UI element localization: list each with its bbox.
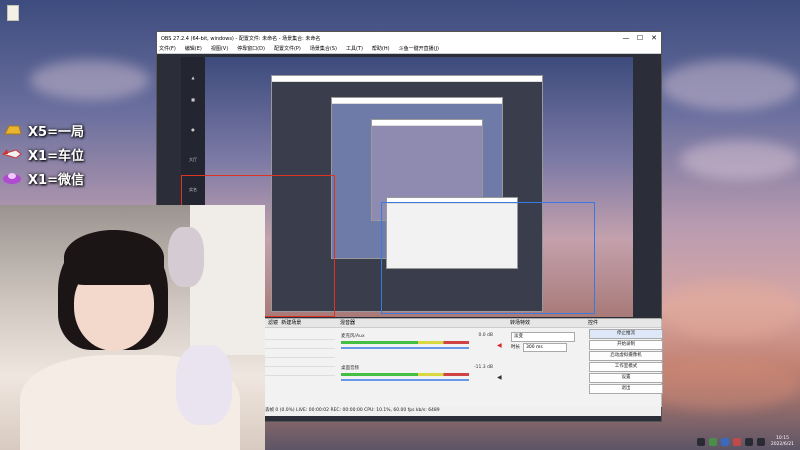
duration-input[interactable]: 300 ms	[523, 343, 567, 352]
source-item[interactable]	[265, 340, 335, 349]
menu-profile[interactable]: 配置文件(P)	[274, 45, 301, 52]
menu-bar: 文件(F) 编辑(E) 视图(V) 停靠窗口(D) 配置文件(P) 场景集合(S…	[157, 44, 661, 54]
microphone	[176, 345, 232, 425]
duration-label: 时长	[511, 345, 520, 350]
volume-slider[interactable]	[341, 379, 469, 381]
menu-tools[interactable]: 工具(T)	[346, 45, 363, 52]
network-icon[interactable]	[756, 438, 765, 446]
mixer-channel-db: -11.3 dB	[473, 365, 493, 370]
stop-streaming-button[interactable]: 停止推流	[589, 329, 663, 339]
background-door	[190, 205, 265, 355]
rocket-icon	[2, 149, 22, 159]
volume-icon[interactable]	[744, 438, 753, 446]
sidebar-item: ▲	[191, 75, 195, 80]
virtual-camera-button[interactable]: 启动虚拟摄像机	[589, 351, 663, 361]
mixer-dock: 混音器 麦克风/Aux 0.0 dB ◀ 桌面音频 -11.3 dB ◀	[337, 319, 508, 407]
window-title: OBS 27.2.4 (64-bit, windows) - 配置文件: 未命名…	[161, 35, 321, 42]
transitions-dock: 转场特效 淡变 时长 300 ms	[507, 319, 586, 407]
overlay-row: X1=微信	[2, 166, 112, 190]
mixer-channel-label: 桌面音频	[341, 366, 359, 371]
controls-dock: 控件 停止推流 开始录制 启动虚拟摄像机 工作室模式 设置 退出	[585, 319, 663, 407]
transition-select[interactable]: 淡变	[511, 332, 575, 342]
mixer-channel-db: 0.0 dB	[478, 333, 493, 338]
source-item[interactable]	[265, 358, 335, 367]
webcam-overlay	[0, 205, 265, 450]
minimize-button[interactable]: —	[619, 34, 633, 42]
source-item[interactable]	[265, 367, 335, 376]
sources-tabs: 滤镜 新建场景	[265, 319, 337, 328]
sidebar-item: ●	[191, 127, 195, 132]
title-bar[interactable]: OBS 27.2.4 (64-bit, windows) - 配置文件: 未命名…	[157, 32, 661, 44]
system-tray: 10:15 2022/6/21	[575, 434, 800, 450]
volume-slider[interactable]	[341, 347, 469, 349]
taskbar-clock[interactable]: 10:15 2022/6/21	[771, 436, 794, 448]
menu-view[interactable]: 视图(V)	[211, 45, 228, 52]
menu-douyu-live[interactable]: 斗鱼一键开直播(J)	[399, 45, 439, 52]
audio-meter	[341, 341, 469, 344]
gold-bar-icon	[4, 125, 22, 135]
speaker-icon[interactable]: ◀	[497, 375, 503, 381]
menu-docks[interactable]: 停靠窗口(D)	[237, 45, 265, 52]
tab-new-scene[interactable]: 新建场景	[281, 320, 301, 326]
maximize-button[interactable]: ☐	[633, 34, 647, 42]
overlay-row: X1=车位	[2, 142, 112, 166]
menu-scene-collection[interactable]: 场景集合(S)	[310, 45, 337, 52]
studio-mode-button[interactable]: 工作室模式	[589, 362, 663, 372]
cloud	[30, 60, 150, 100]
tab-filters[interactable]: 滤镜	[268, 320, 278, 326]
plush-toy	[168, 227, 204, 287]
muted-speaker-icon[interactable]: ◀	[497, 343, 503, 349]
source-item[interactable]	[265, 331, 335, 340]
tray-icon[interactable]	[732, 438, 741, 446]
sources-list	[265, 331, 335, 376]
overlay-text: X1=车位	[28, 148, 84, 164]
settings-button[interactable]: 设置	[589, 373, 663, 383]
overlay-row: X5=一局	[2, 118, 112, 142]
start-recording-button[interactable]: 开始录制	[589, 340, 663, 350]
sidebar-item: ■	[191, 97, 195, 102]
clock-date: 2022/6/21	[770, 442, 794, 447]
source-outline	[381, 202, 595, 314]
bottom-docks: 滤镜 新建场景 混音器 麦克风/Aux 0.0 dB ◀ 桌面音频 -11.3 …	[265, 318, 663, 407]
cloud	[660, 280, 800, 340]
transitions-title: 转场特效	[507, 319, 585, 328]
sources-dock: 滤镜 新建场景	[265, 319, 338, 407]
controls-title: 控件	[585, 319, 661, 328]
exit-button[interactable]: 退出	[589, 384, 663, 394]
overlay-text: X1=微信	[28, 172, 84, 188]
status-text: 丢帧 0 (0.0%) LIVE: 00:00:02 REC: 00:00:00…	[265, 408, 440, 413]
gift-price-overlay: X5=一局 X1=车位 X1=微信	[2, 118, 112, 190]
tray-icon[interactable]	[720, 438, 729, 446]
cloud	[660, 60, 800, 110]
cloud	[680, 140, 800, 180]
tray-icon[interactable]	[696, 438, 705, 446]
source-item[interactable]	[265, 349, 335, 358]
desktop-file-icon[interactable]	[4, 4, 20, 22]
streamer-bangs	[64, 230, 164, 285]
menu-file[interactable]: 文件(F)	[159, 45, 176, 52]
close-button[interactable]: ✕	[647, 34, 661, 42]
tray-icon[interactable]	[708, 438, 717, 446]
overlay-text: X5=一局	[28, 124, 84, 140]
menu-help[interactable]: 帮助(H)	[372, 45, 390, 52]
menu-edit[interactable]: 编辑(E)	[185, 45, 202, 52]
mixer-title: 混音器	[337, 319, 507, 328]
status-bar: 丢帧 0 (0.0%) LIVE: 00:00:02 REC: 00:00:00…	[265, 406, 661, 416]
sidebar-item: 大厅	[189, 157, 197, 162]
mixer-channel-label: 麦克风/Aux	[341, 334, 365, 339]
audio-meter	[341, 373, 469, 376]
spaceship-icon	[3, 173, 21, 184]
cloud	[640, 360, 800, 410]
